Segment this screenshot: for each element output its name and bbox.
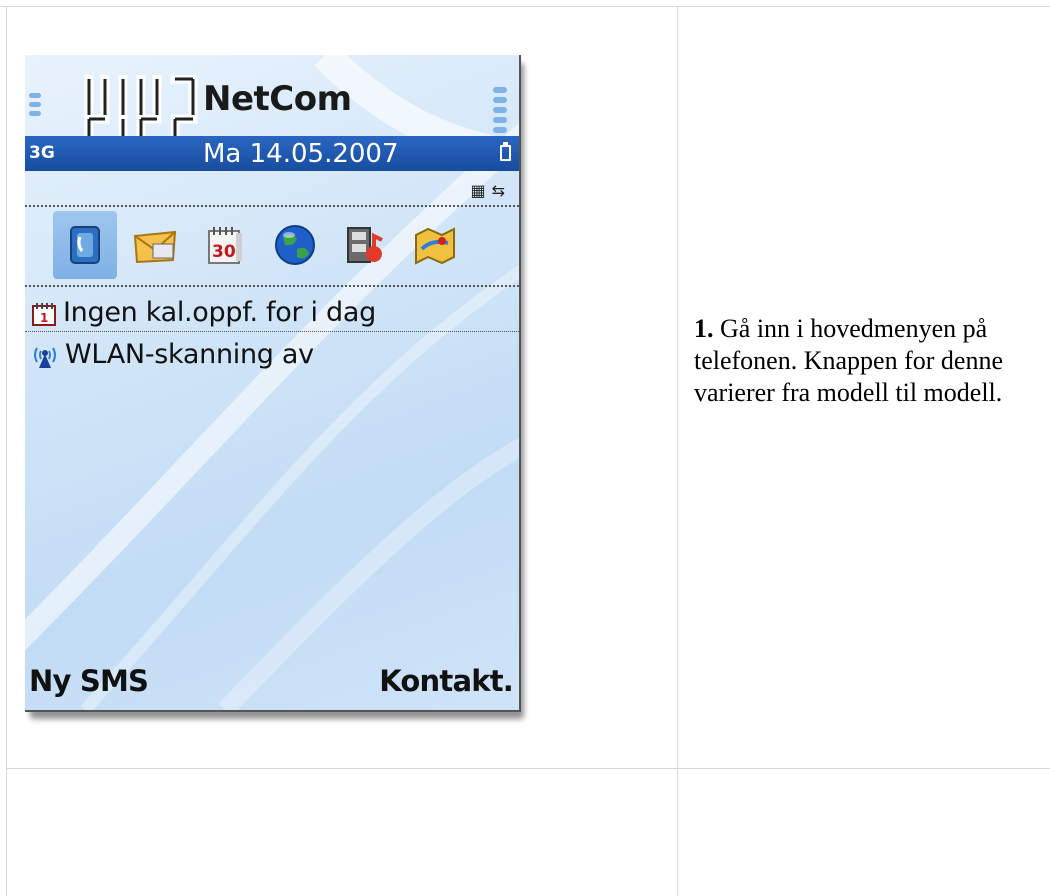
shortcut-calendar[interactable]: 30 [193, 211, 257, 279]
table-border-top [0, 6, 1050, 7]
media-icon [347, 227, 383, 263]
left-softkey-new-sms[interactable]: Ny SMS [29, 664, 149, 698]
wlan-status-text: WLAN-skanning av [65, 339, 314, 370]
calendar-day-label: 30 [212, 242, 236, 262]
wlan-antenna-icon [34, 347, 56, 368]
date-display: Ma 14.05.2007 [203, 139, 399, 169]
step-text: Gå inn i hovedmenyen på telefonen. Knapp… [694, 314, 1003, 407]
date-bar: 3G Ma 14.05.2007 [25, 136, 519, 171]
messaging-icon [133, 230, 177, 264]
right-softkey-contacts[interactable]: Kontakt. [379, 664, 514, 698]
status-indicators: ▦⇆ [470, 181, 511, 200]
instruction-step: 1. Gå inn i hovedmenyen på telefonen. Kn… [694, 313, 1046, 409]
operator-name: NetCom [203, 79, 352, 119]
calendar-status-item[interactable]: 1 Ingen kal.oppf. for i dag [31, 297, 376, 328]
shortcut-web[interactable] [263, 211, 327, 279]
network-type: 3G [29, 143, 55, 163]
table-divider-horizontal [6, 768, 1050, 769]
divider [25, 285, 519, 287]
calendar-small-day: 1 [40, 311, 48, 325]
calendar-status-text: Ingen kal.oppf. for i dag [63, 297, 376, 328]
table-border-left [6, 6, 7, 896]
divider [25, 205, 519, 207]
web-globe-icon [275, 225, 315, 265]
signal-strength-icon [29, 93, 41, 120]
data-connection-icon: ⇆ [491, 181, 511, 200]
shortcut-contacts[interactable] [53, 211, 117, 279]
maps-icon [415, 227, 455, 265]
battery-level-icon [493, 87, 507, 137]
battery-icon [500, 142, 511, 161]
table-divider-vertical [677, 6, 678, 896]
wlan-status-item[interactable]: WLAN-skanning av [31, 339, 314, 370]
step-number: 1. [694, 314, 714, 343]
shortcut-maps[interactable] [403, 211, 467, 279]
shortcut-messaging[interactable] [123, 211, 187, 279]
calendar-icon: 30 [208, 227, 242, 264]
phone-standby-screen: NetCom 3G Ma 14.05.2007 ▦⇆ 30 1 Ingen ka… [25, 55, 521, 712]
shortcut-media[interactable] [333, 211, 397, 279]
grid-icon: ▦ [470, 181, 492, 200]
contacts-icon [70, 226, 100, 264]
calendar-small-icon: 1 [32, 302, 56, 326]
divider [25, 331, 519, 332]
